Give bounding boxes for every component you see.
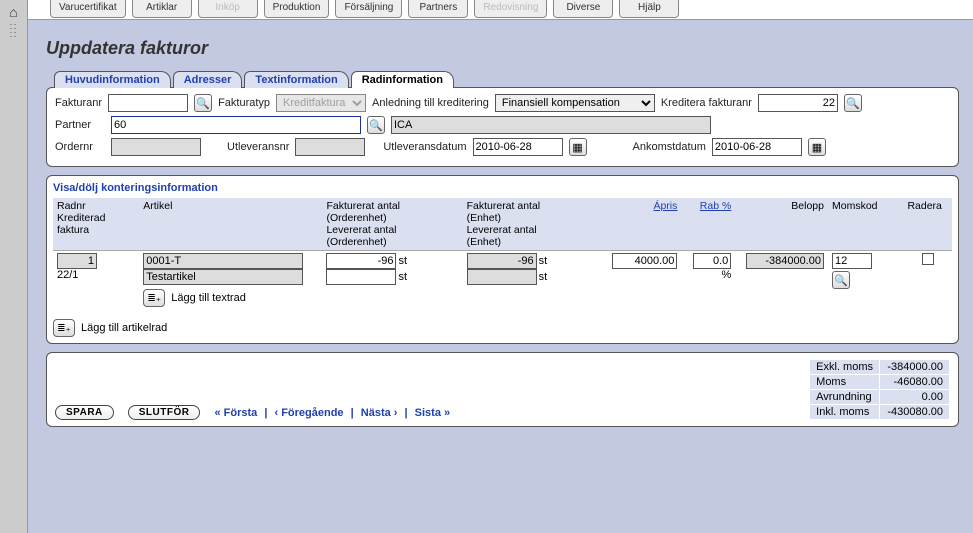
col-radnr: Radnr Krediterad faktura [53,198,139,251]
drag-handle-icon: ∷∷∷ [10,26,17,38]
fakturanr-input[interactable] [108,94,188,112]
utleveransnr-input [295,138,365,156]
exkl-label: Exkl. moms [810,360,880,375]
col-fakt-order: Fakturerat antal (Orderenhet) Levererat … [322,198,462,251]
tab-hjalp[interactable]: Hjälp [619,0,679,18]
main-area: Varucertifikat Artiklar Inköp Produktion… [28,0,973,533]
subtab-textinformation[interactable]: Textinformation [244,71,348,88]
header-panel: Fakturanr 🔍 Fakturatyp Kreditfaktura Anl… [46,87,959,167]
moms-value: -46080.00 [880,375,950,390]
line-grid: Radnr Krediterad faktura Artikel Fakture… [53,198,952,311]
avrund-label: Avrundning [810,390,880,405]
totals-table: Exkl. moms-384000.00 Moms-46080.00 Avrun… [809,359,950,420]
fakturanr-label: Fakturanr [55,97,102,109]
inkl-value: -430080.00 [880,405,950,420]
tab-varucertifikat[interactable]: Varucertifikat [50,0,126,18]
ankomstdatum-calendar-icon[interactable]: ▦ [808,138,826,156]
lev-enhet-qty-field [467,269,537,285]
lev-order-qty-input[interactable] [326,269,396,285]
col-radera: Radera [903,198,952,251]
col-apris[interactable]: Ápris [603,198,682,251]
anledning-select[interactable]: Finansiell kompensation [495,94,655,112]
tab-forsaljning[interactable]: Försäljning [335,0,402,18]
col-belopp: Belopp [735,198,828,251]
utleveransdatum-label: Utleveransdatum [383,141,466,153]
tab-partners[interactable]: Partners [408,0,468,18]
subtab-huvudinformation[interactable]: Huvudinformation [54,71,171,88]
spara-button[interactable]: SPARA [55,405,114,420]
artikel-name-field [143,269,303,285]
col-fakt-enhet: Fakturerat antal (Enhet) Levererat antal… [463,198,603,251]
sub-tabs: Huvudinformation Adresser Textinformatio… [54,71,959,88]
kreditera-input[interactable] [758,94,838,112]
rab-unit: % [722,269,732,281]
partner-label: Partner [55,119,105,131]
fakturanr-search-icon[interactable]: 🔍 [194,94,212,112]
slutfor-button[interactable]: SLUTFÖR [128,405,201,420]
tab-inkop: Inköp [198,0,258,18]
fakturatyp-select: Kreditfaktura [276,94,366,112]
fakt-enhet-qty-field [467,253,537,269]
page-title: Uppdatera fakturor [46,38,959,59]
krediterad-label: 22/1 [57,269,78,281]
radnr-field [57,253,97,269]
partner-name-field [391,116,711,134]
add-artikelrad-icon[interactable]: ≣₊ [53,319,75,337]
moms-label: Moms [810,375,880,390]
pager-last[interactable]: Sista » [415,407,450,419]
inkl-label: Inkl. moms [810,405,880,420]
left-gutter: ⌂ ∷∷∷ [0,0,28,533]
home-icon[interactable]: ⌂ [9,4,17,20]
ordernr-input [111,138,201,156]
grid-panel: Visa/dölj konteringsinformation Radnr Kr… [46,175,959,344]
ordernr-label: Ordernr [55,141,105,153]
utleveransdatum-input[interactable] [473,138,563,156]
partner-search-icon[interactable]: 🔍 [367,116,385,134]
add-artikelrad-label[interactable]: Lägg till artikelrad [81,322,167,334]
fakt-order-qty-input[interactable] [326,253,396,269]
avrund-value: 0.00 [880,390,950,405]
radera-checkbox[interactable] [922,253,934,265]
col-momskod: Momskod [828,198,903,251]
top-tabs: Varucertifikat Artiklar Inköp Produktion… [28,0,973,20]
tab-diverse[interactable]: Diverse [553,0,613,18]
col-artikel: Artikel [139,198,322,251]
partner-code-input[interactable] [111,116,361,134]
table-row: 22/1 ≣₊ Lägg till textrad st [53,251,952,312]
ankomstdatum-label: Ankomstdatum [633,141,706,153]
add-textrad-icon[interactable]: ≣₊ [143,289,165,307]
exkl-value: -384000.00 [880,360,950,375]
fakt-enhet-unit: st [539,255,548,267]
artikel-code-field [143,253,303,269]
anledning-label: Anledning till kreditering [372,97,489,109]
kreditera-label: Kreditera fakturanr [661,97,752,109]
tab-artiklar[interactable]: Artiklar [132,0,192,18]
kreditera-search-icon[interactable]: 🔍 [844,94,862,112]
footer-panel: SPARA SLUTFÖR « Första | ‹ Föregående | … [46,352,959,427]
fakturatyp-label: Fakturatyp [218,97,270,109]
momskod-input[interactable] [832,253,872,269]
lev-enhet-unit: st [539,271,548,283]
utleveransnr-label: Utleveransnr [227,141,289,153]
belopp-field [746,253,824,269]
pager: « Första | ‹ Föregående | Nästa › | Sist… [214,407,450,419]
tab-produktion[interactable]: Produktion [264,0,330,18]
rab-input[interactable] [693,253,731,269]
subtab-radinformation[interactable]: Radinformation [351,71,454,88]
utleveransdatum-calendar-icon[interactable]: ▦ [569,138,587,156]
pager-next[interactable]: Nästa › [361,407,398,419]
lev-order-unit: st [398,271,407,283]
subtab-adresser[interactable]: Adresser [173,71,243,88]
pager-prev[interactable]: ‹ Föregående [274,407,343,419]
col-rab[interactable]: Rab % [681,198,735,251]
tab-redovisning: Redovisning [474,0,547,18]
apris-input[interactable] [612,253,677,269]
add-textrad-label[interactable]: Lägg till textrad [171,292,246,304]
momskod-search-icon[interactable]: 🔍 [832,271,850,289]
toggle-kontering-link[interactable]: Visa/dölj konteringsinformation [53,180,952,198]
ankomstdatum-input[interactable] [712,138,802,156]
pager-first[interactable]: « Första [214,407,257,419]
fakt-order-unit: st [398,255,407,267]
